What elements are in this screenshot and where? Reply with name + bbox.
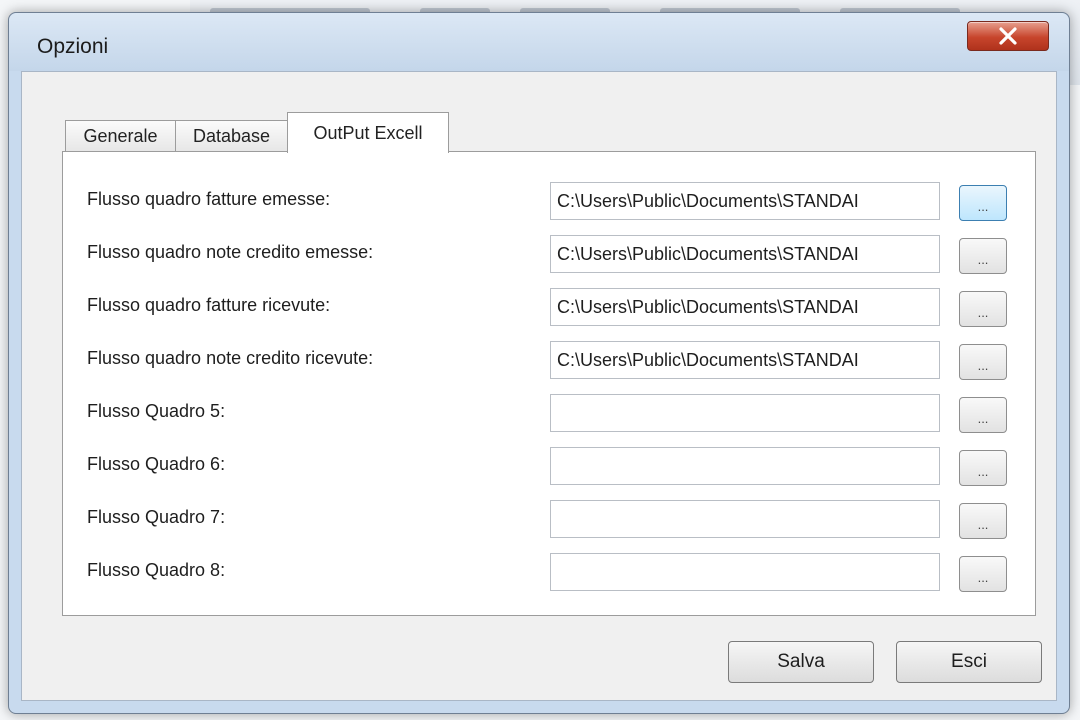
close-button[interactable]: [967, 21, 1049, 51]
tab-label: OutPut Excell: [313, 122, 423, 143]
save-button[interactable]: Salva: [728, 641, 874, 683]
path-input-note-credito-emesse[interactable]: C:\Users\Public\Documents\STANDAI: [550, 235, 940, 273]
browse-button-quadro-8[interactable]: ...: [959, 556, 1007, 592]
browse-button-note-credito-emesse[interactable]: ...: [959, 238, 1007, 274]
label-flusso-quadro-8: Flusso Quadro 8:: [87, 560, 226, 580]
path-input-fatture-ricevute[interactable]: C:\Users\Public\Documents\STANDAI: [550, 288, 940, 326]
label-flusso-fatture-ricevute: Flusso quadro fatture ricevute:: [87, 295, 331, 315]
tab-panel-output-excell: Flusso quadro fatture emesse: C:\Users\P…: [62, 151, 1036, 616]
label-flusso-fatture-emesse: Flusso quadro fatture emesse:: [87, 189, 331, 209]
tab-generale[interactable]: Generale: [65, 120, 176, 152]
path-input-fatture-emesse[interactable]: C:\Users\Public\Documents\STANDAI: [550, 182, 940, 220]
tab-output-excell[interactable]: OutPut Excell: [287, 112, 449, 153]
label-flusso-note-credito-emesse: Flusso quadro note credito emesse:: [87, 242, 374, 262]
path-input-quadro-7[interactable]: [550, 500, 940, 538]
window-title: Opzioni: [37, 35, 109, 58]
path-input-quadro-8[interactable]: [550, 553, 940, 591]
browse-button-quadro-7[interactable]: ...: [959, 503, 1007, 539]
browse-button-quadro-5[interactable]: ...: [959, 397, 1007, 433]
path-input-quadro-5[interactable]: [550, 394, 940, 432]
path-input-quadro-6[interactable]: [550, 447, 940, 485]
label-flusso-quadro-5: Flusso Quadro 5:: [87, 401, 226, 421]
label-flusso-quadro-6: Flusso Quadro 6:: [87, 454, 226, 474]
label-flusso-quadro-7: Flusso Quadro 7:: [87, 507, 226, 527]
title-bar: Opzioni: [9, 13, 1069, 71]
tab-database[interactable]: Database: [175, 120, 288, 152]
path-input-note-credito-ricevute[interactable]: C:\Users\Public\Documents\STANDAI: [550, 341, 940, 379]
browse-button-note-credito-ricevute[interactable]: ...: [959, 344, 1007, 380]
dialog-client-area: Generale Database OutPut Excell Flusso q…: [21, 71, 1057, 701]
close-icon: [998, 27, 1018, 45]
tab-label: Database: [192, 126, 271, 146]
browse-button-fatture-ricevute[interactable]: ...: [959, 291, 1007, 327]
exit-button[interactable]: Esci: [896, 641, 1042, 683]
label-flusso-note-credito-ricevute: Flusso quadro note credito ricevute:: [87, 348, 374, 368]
tab-label: Generale: [83, 126, 158, 146]
browse-button-quadro-6[interactable]: ...: [959, 450, 1007, 486]
options-dialog: Opzioni Generale Database OutPut Excell …: [8, 12, 1070, 714]
browse-button-fatture-emesse[interactable]: ...: [959, 185, 1007, 221]
